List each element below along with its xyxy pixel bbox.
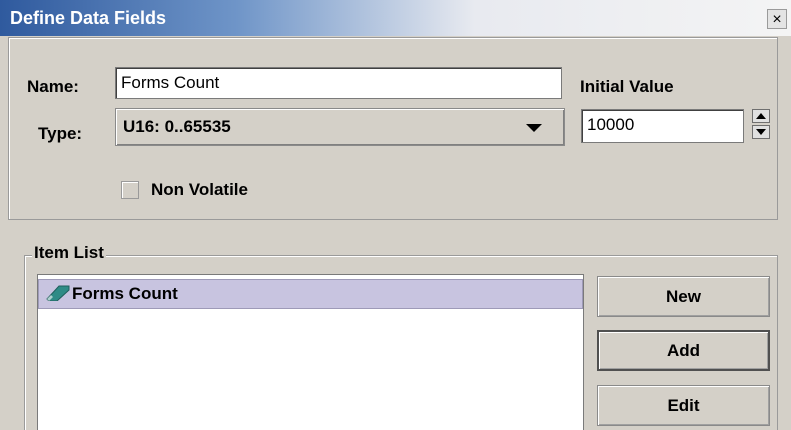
name-field-value: Forms Count bbox=[121, 73, 220, 92]
initial-value-field[interactable]: 10000 bbox=[581, 109, 744, 143]
name-field[interactable]: Forms Count bbox=[115, 67, 562, 99]
list-item-label: Forms Count bbox=[72, 284, 178, 303]
initial-value-label: Initial Value bbox=[580, 77, 674, 96]
initial-value-spinner[interactable] bbox=[752, 109, 770, 139]
window-title: Define Data Fields bbox=[10, 8, 167, 28]
type-label: Type: bbox=[38, 124, 83, 143]
spin-up-button[interactable] bbox=[752, 109, 770, 123]
initial-value-text: 10000 bbox=[587, 115, 635, 134]
non-volatile-checkbox[interactable] bbox=[121, 181, 139, 199]
non-volatile-label: Non Volatile bbox=[151, 180, 248, 199]
type-select-value: U16: 0..65535 bbox=[123, 117, 231, 136]
arrow-up-icon bbox=[756, 113, 766, 119]
chevron-down-icon bbox=[526, 124, 542, 132]
edit-button[interactable]: Edit bbox=[597, 385, 770, 426]
list-item[interactable]: Forms Count bbox=[38, 279, 583, 309]
item-list[interactable]: Forms Count bbox=[37, 274, 584, 430]
type-select[interactable]: U16: 0..65535 bbox=[115, 108, 565, 146]
arrow-down-icon bbox=[756, 129, 766, 135]
item-list-legend: Item List bbox=[32, 243, 106, 263]
add-button[interactable]: Add bbox=[597, 330, 770, 371]
close-icon: × bbox=[772, 11, 782, 28]
new-button[interactable]: New bbox=[597, 276, 770, 317]
name-label: Name: bbox=[27, 77, 79, 96]
title-bar: Define Data Fields × bbox=[0, 0, 791, 36]
tag-icon bbox=[46, 285, 70, 301]
close-button[interactable]: × bbox=[767, 9, 787, 29]
spin-down-button[interactable] bbox=[752, 125, 770, 139]
